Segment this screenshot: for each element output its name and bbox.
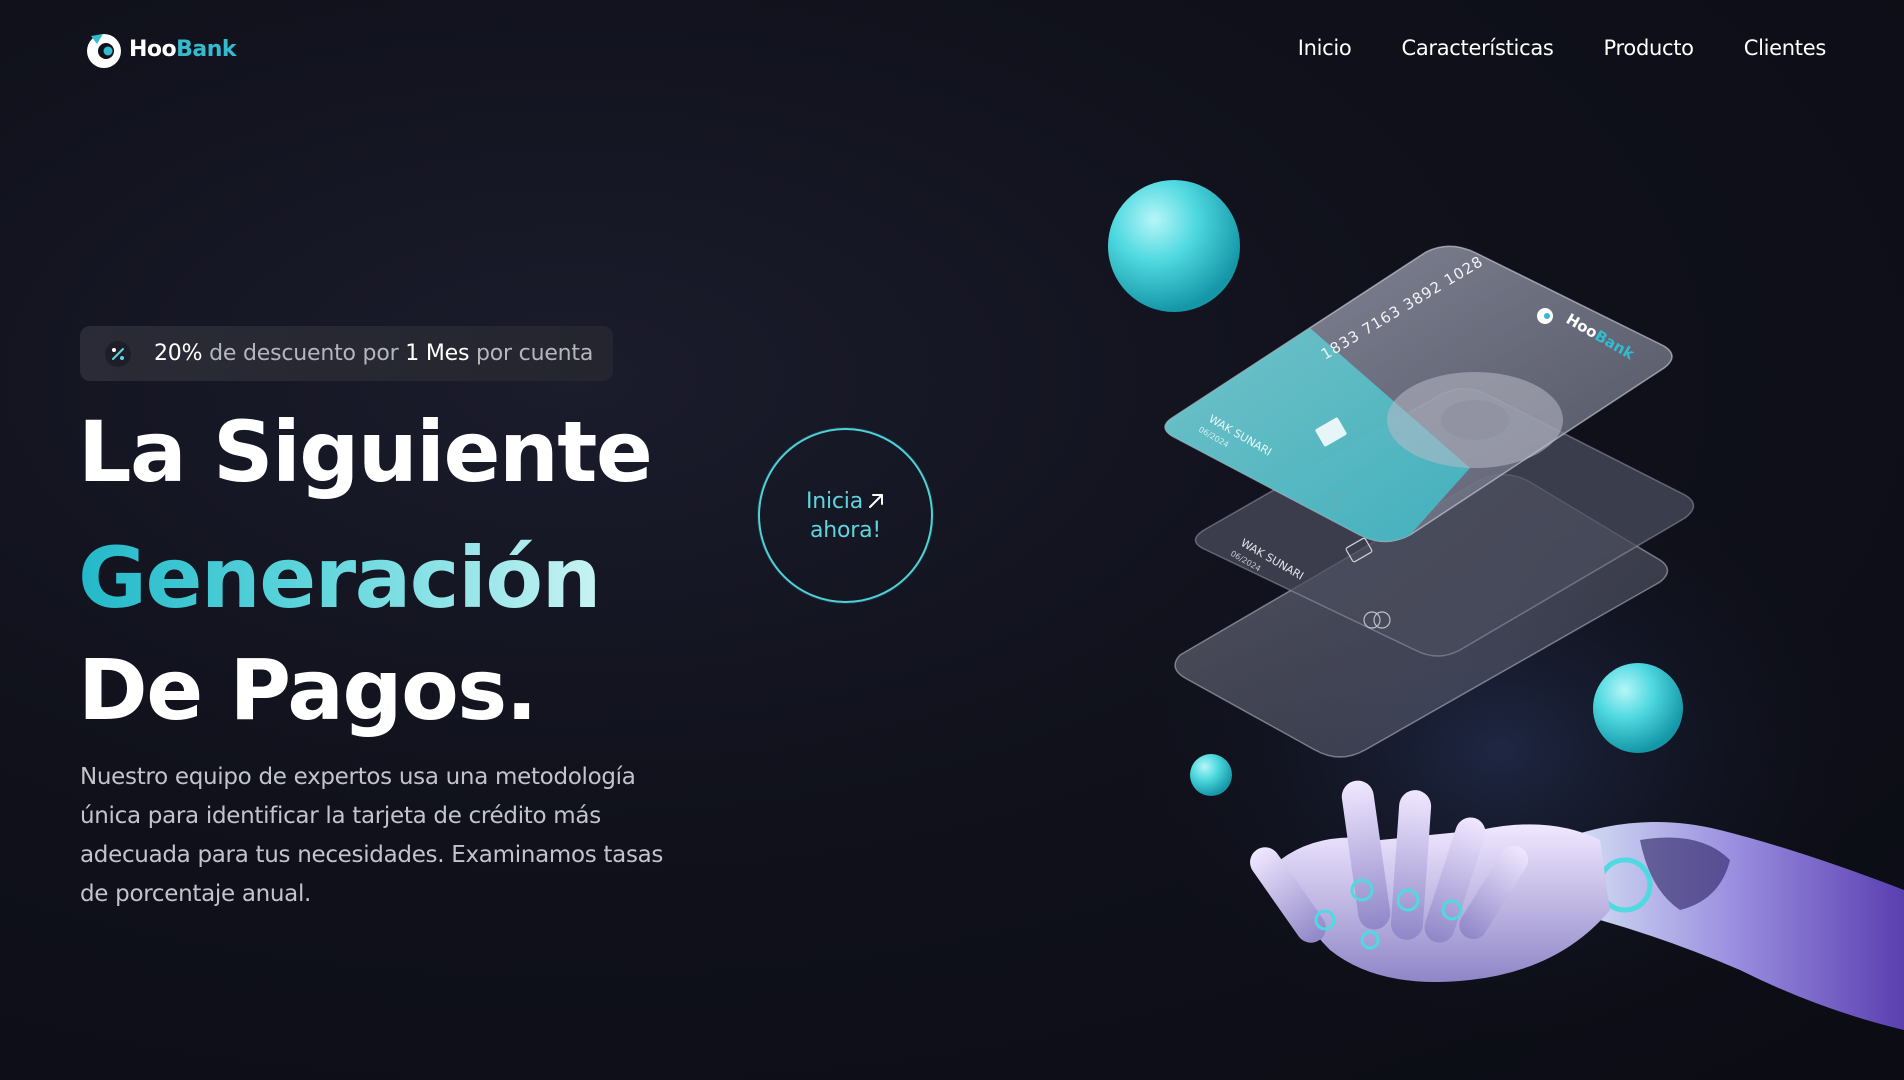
hero-title-line1: La Siguiente [78, 403, 653, 501]
nav-item-caracteristicas[interactable]: Características [1401, 36, 1553, 60]
discount-icon [105, 340, 131, 367]
discount-badge: 20% de descuento por 1 Mes por cuenta [80, 326, 613, 381]
brand-name: HooBank [129, 36, 237, 62]
nav-item-producto[interactable]: Producto [1604, 36, 1694, 60]
hoobank-logo-icon [87, 34, 121, 68]
nav-item-clientes[interactable]: Clientes [1744, 36, 1827, 60]
hero-description: Nuestro equipo de expertos usa una metod… [80, 764, 664, 907]
hero-illustration: WAK SUNARI 06/2024 1833 7163 3892 1028 H… [1108, 180, 1904, 1050]
logo[interactable]: HooBank [83, 28, 237, 70]
cta-line2: ahora! [809, 517, 882, 543]
hero-title-line3: De Pagos. [78, 641, 538, 739]
hero-title-line2: Generación [78, 529, 601, 627]
cta-line1: Inicia [806, 489, 885, 514]
get-started-button[interactable]: Inicia ahora! [758, 428, 933, 603]
sphere-right [1593, 663, 1683, 753]
arrow-up-right-icon [869, 494, 884, 508]
sphere-small [1190, 754, 1232, 796]
main-nav: Inicio Características Producto Clientes [1298, 36, 1827, 60]
nav-item-inicio[interactable]: Inicio [1298, 36, 1352, 60]
discount-text: 20% de descuento por 1 Mes por cuenta [154, 341, 594, 366]
sphere-large [1108, 180, 1240, 312]
